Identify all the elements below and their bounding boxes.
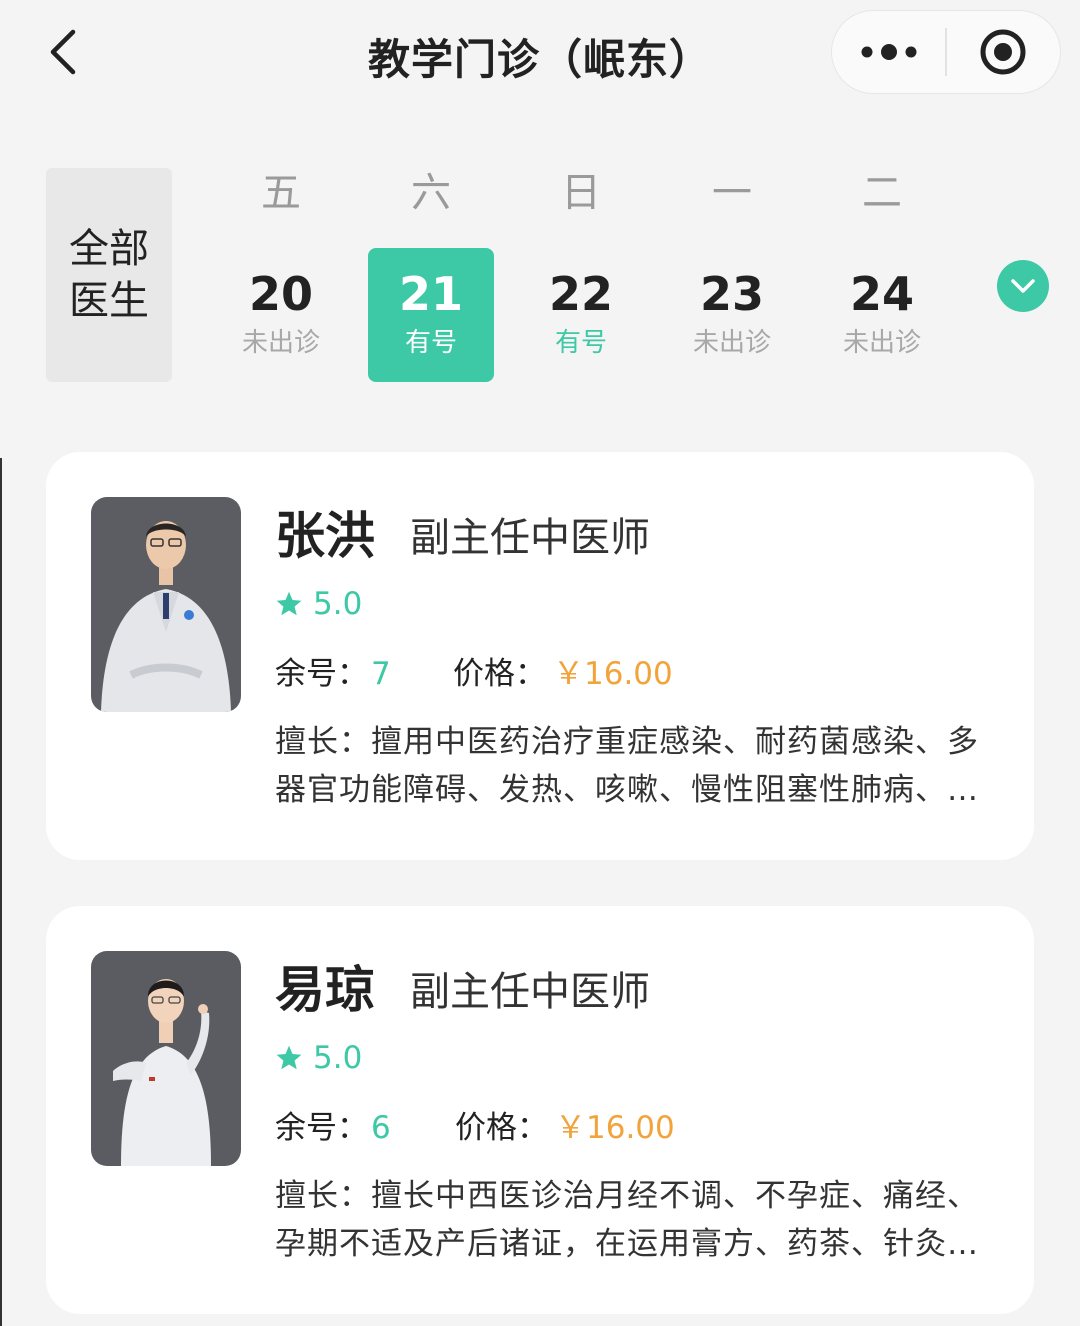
- date-status: 未出诊: [842, 328, 921, 358]
- remaining-count: 7: [371, 656, 391, 692]
- more-dots-icon: [861, 44, 917, 60]
- price-value: ￥16.00: [553, 656, 673, 692]
- all-doctors-label-line2: 医生: [69, 278, 149, 324]
- remaining-label: 余号：: [275, 656, 368, 692]
- doctor-card[interactable]: 易琼 副主任中医师 5.0 余号： 6 价格： ￥16.00 擅长：擅长中西医诊…: [46, 906, 1034, 1314]
- date-selector: 全部 医生 五 20 未出诊 六 21 有号 日 22 有号 一 23 未出诊 …: [0, 160, 1080, 400]
- doctor-rating: 5.0: [275, 586, 362, 622]
- date-number: 22: [548, 267, 613, 321]
- weekday-label: 日: [561, 170, 601, 216]
- rating-value: 5.0: [313, 1040, 363, 1076]
- expand-dates-button[interactable]: [997, 260, 1049, 312]
- date-number: 23: [699, 267, 764, 321]
- date-box: 22 有号: [518, 248, 644, 382]
- navigation-bar: 教学门诊（岷东）: [0, 0, 1080, 110]
- doctor-title: 副主任中医师: [410, 969, 650, 1015]
- weekday-label: 六: [411, 170, 451, 216]
- date-number: 24: [849, 267, 914, 321]
- doctor-name: 张洪: [275, 507, 375, 565]
- doctor-photo: [91, 951, 241, 1166]
- day-item[interactable]: 一 23 未出诊: [669, 160, 795, 400]
- doctor-photo: [91, 497, 241, 712]
- chevron-down-icon: [1011, 279, 1035, 293]
- date-box: 21 有号: [368, 248, 494, 382]
- weekday-label: 五: [261, 170, 301, 216]
- price-label: 价格：: [453, 656, 546, 692]
- doctor-specialty: 擅长：擅长中西医诊治月经不调、不孕症、痛经、 孕期不适及产后诸证，在运用膏方、药…: [275, 1172, 987, 1268]
- day-item-selected[interactable]: 六 21 有号: [368, 160, 494, 400]
- doctor-title: 副主任中医师: [410, 515, 650, 561]
- price-value: ￥16.00: [555, 1110, 675, 1146]
- day-item[interactable]: 二 24 未出诊: [819, 160, 945, 400]
- target-circle-icon: [980, 29, 1026, 75]
- date-status: 有号: [554, 328, 607, 358]
- date-number: 21: [398, 267, 463, 321]
- remaining-label: 余号：: [275, 1110, 368, 1146]
- weekday-label: 一: [712, 170, 752, 216]
- date-box: 24 未出诊: [819, 248, 945, 382]
- specialty-line: 器官功能障碍、发热、咳嗽、慢性阻塞性肺病、…: [275, 772, 979, 808]
- specialty-line: 擅长：擅用中医药治疗重症感染、耐药菌感染、多: [275, 724, 979, 760]
- date-box: 23 未出诊: [669, 248, 795, 382]
- specialty-line: 孕期不适及产后诸证，在运用膏方、药茶、针灸…: [275, 1226, 979, 1262]
- doctor-specialty: 擅长：擅用中医药治疗重症感染、耐药菌感染、多 器官功能障碍、发热、咳嗽、慢性阻塞…: [275, 718, 987, 814]
- doctor-rating: 5.0: [275, 1040, 362, 1076]
- price-label: 价格：: [455, 1110, 548, 1146]
- date-status: 有号: [404, 328, 457, 358]
- doctor-name: 易琼: [275, 961, 375, 1019]
- doctor-card[interactable]: 张洪 副主任中医师 5.0 余号： 7 价格： ￥16.00 擅长：擅用中医药治…: [46, 452, 1034, 860]
- rating-value: 5.0: [313, 586, 363, 622]
- day-item[interactable]: 日 22 有号: [518, 160, 644, 400]
- all-doctors-button[interactable]: 全部 医生: [46, 168, 172, 382]
- star-icon: [276, 591, 302, 616]
- star-icon: [276, 1045, 302, 1070]
- remaining-count: 6: [371, 1110, 391, 1146]
- specialty-line: 擅长：擅长中西医诊治月经不调、不孕症、痛经、: [275, 1178, 979, 1214]
- mini-program-capsule: [831, 10, 1061, 94]
- date-status: 未出诊: [241, 328, 320, 358]
- more-button[interactable]: [832, 11, 945, 93]
- weekday-label: 二: [862, 170, 902, 216]
- date-number: 20: [248, 267, 313, 321]
- date-box: 20 未出诊: [218, 248, 344, 382]
- date-status: 未出诊: [692, 328, 771, 358]
- all-doctors-label-line1: 全部: [69, 226, 149, 272]
- day-item[interactable]: 五 20 未出诊: [218, 160, 344, 400]
- edge-line: [0, 458, 2, 1326]
- close-button[interactable]: [947, 11, 1060, 93]
